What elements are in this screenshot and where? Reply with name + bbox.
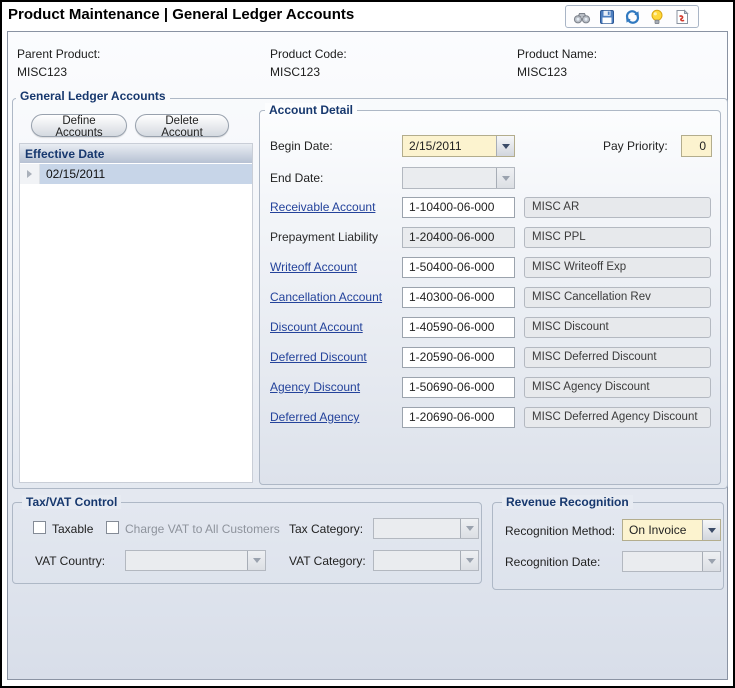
row-expander[interactable] — [20, 164, 40, 184]
account-description: MISC Agency Discount — [524, 377, 711, 398]
account-link[interactable]: Receivable Account — [270, 200, 375, 214]
end-date-dropdown-button — [496, 168, 514, 188]
recognition-date-label: Recognition Date: — [505, 555, 600, 569]
recognition-method-value: On Invoice — [623, 520, 702, 540]
account-link[interactable]: Deferred Agency — [270, 410, 359, 424]
effective-date-list: Effective Date 02/15/2011 — [19, 143, 253, 483]
account-description: MISC Writeoff Exp — [524, 257, 711, 278]
parent-product-value: MISC123 — [17, 65, 67, 79]
pay-priority-label: Pay Priority: — [603, 139, 668, 153]
account-number-input[interactable]: 1-50400-06-000 — [402, 257, 515, 278]
account-link[interactable]: Deferred Discount — [270, 350, 367, 364]
charge-vat-checkbox[interactable] — [106, 521, 119, 534]
refresh-icon[interactable] — [623, 8, 641, 25]
exit-document-icon[interactable] — [673, 8, 691, 25]
effective-date-row[interactable]: 02/15/2011 — [20, 164, 252, 184]
account-number-input[interactable]: 1-40590-06-000 — [402, 317, 515, 338]
tax-category-dropdown-button — [460, 519, 478, 538]
vat-country-value — [126, 551, 247, 570]
account-link[interactable]: Discount Account — [270, 320, 363, 334]
account-description: MISC Deferred Agency Discount — [524, 407, 711, 428]
begin-date-value: 2/15/2011 — [403, 136, 496, 156]
account-number-input: 1-20400-06-000 — [402, 227, 515, 248]
taxable-label: Taxable — [52, 522, 93, 536]
begin-date-label: Begin Date: — [270, 139, 333, 153]
effective-date-header: Effective Date — [20, 144, 252, 164]
page-title: Product Maintenance | General Ledger Acc… — [8, 6, 354, 23]
vat-country-dropdown-button — [247, 551, 265, 570]
define-accounts-button[interactable]: Define Accounts — [31, 114, 127, 137]
account-number-input[interactable]: 1-40300-06-000 — [402, 287, 515, 308]
recognition-date-combo — [622, 551, 721, 572]
product-name-label: Product Name: — [517, 47, 597, 61]
app-window: { "window": { "title": "Product Maintena… — [0, 0, 735, 688]
charge-vat-label: Charge VAT to All Customers — [125, 522, 280, 536]
account-label: Prepayment Liability — [270, 230, 378, 244]
account-detail-group-title: Account Detail — [265, 103, 357, 117]
save-icon[interactable] — [598, 8, 616, 25]
toolbar — [565, 5, 699, 28]
account-description: MISC AR — [524, 197, 711, 218]
recognition-method-dropdown-button[interactable] — [702, 520, 720, 540]
recognition-method-label: Recognition Method: — [505, 524, 615, 538]
revenue-recognition-group — [492, 502, 724, 590]
pay-priority-input[interactable]: 0 — [681, 135, 712, 157]
effective-date-value: 02/15/2011 — [40, 164, 252, 184]
account-number-input[interactable]: 1-10400-06-000 — [402, 197, 515, 218]
account-description: MISC Cancellation Rev — [524, 287, 711, 308]
recognition-date-value — [623, 552, 702, 571]
end-date-value — [403, 168, 496, 188]
vat-country-label: VAT Country: — [35, 554, 105, 568]
account-number-input[interactable]: 1-50690-06-000 — [402, 377, 515, 398]
vat-category-value — [374, 551, 460, 570]
vat-country-combo — [125, 550, 266, 571]
taxable-checkbox[interactable] — [33, 521, 46, 534]
begin-date-combo[interactable]: 2/15/2011 — [402, 135, 515, 157]
vat-category-combo — [373, 550, 479, 571]
account-link[interactable]: Agency Discount — [270, 380, 360, 394]
suggestion-lightbulb-icon[interactable] — [648, 8, 666, 25]
account-number-input[interactable]: 1-20590-06-000 — [402, 347, 515, 368]
account-link[interactable]: Writeoff Account — [270, 260, 357, 274]
recognition-date-dropdown-button — [702, 552, 720, 571]
product-name-value: MISC123 — [517, 65, 567, 79]
revenue-recognition-group-title: Revenue Recognition — [502, 495, 633, 509]
product-code-value: MISC123 — [270, 65, 320, 79]
delete-account-button[interactable]: Delete Account — [135, 114, 229, 137]
account-description: MISC Deferred Discount — [524, 347, 711, 368]
tax-category-combo — [373, 518, 479, 539]
tax-vat-group-title: Tax/VAT Control — [22, 495, 121, 509]
chevron-right-icon — [27, 170, 32, 178]
vat-category-dropdown-button — [460, 551, 478, 570]
vat-category-label: VAT Category: — [289, 554, 366, 568]
begin-date-dropdown-button[interactable] — [496, 136, 514, 156]
account-description: MISC Discount — [524, 317, 711, 338]
tax-category-value — [374, 519, 460, 538]
end-date-combo — [402, 167, 515, 189]
gl-accounts-group-title: General Ledger Accounts — [16, 89, 170, 103]
product-code-label: Product Code: — [270, 47, 347, 61]
account-link[interactable]: Cancellation Account — [270, 290, 382, 304]
find-binoculars-icon[interactable] — [573, 8, 591, 25]
tax-category-label: Tax Category: — [289, 522, 363, 536]
account-number-input[interactable]: 1-20690-06-000 — [402, 407, 515, 428]
content-panel: Parent Product: MISC123 Product Code: MI… — [7, 31, 728, 680]
recognition-method-combo[interactable]: On Invoice — [622, 519, 721, 541]
end-date-label: End Date: — [270, 171, 323, 185]
parent-product-label: Parent Product: — [17, 47, 100, 61]
account-description: MISC PPL — [524, 227, 711, 248]
tax-vat-group — [12, 502, 482, 584]
